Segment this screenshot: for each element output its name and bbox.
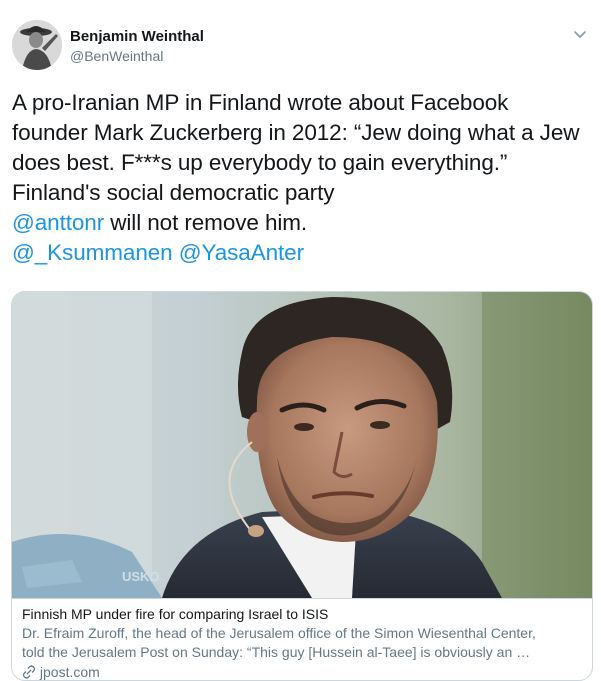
tweet-text: A pro-Iranian MP in Finland wrote about … bbox=[12, 88, 594, 268]
card-description-line: Dr. Efraim Zuroff, the head of the Jerus… bbox=[22, 625, 536, 641]
link-icon bbox=[22, 665, 36, 679]
card-body[interactable]: Finnish MP under fire for comparing Isra… bbox=[12, 598, 592, 680]
avatar[interactable] bbox=[12, 20, 62, 70]
card-description: Dr. Efraim Zuroff, the head of the Jerus… bbox=[22, 624, 582, 662]
chevron-down-icon[interactable] bbox=[572, 26, 588, 42]
photo-of-man-image: USKO bbox=[12, 292, 592, 598]
person-with-hat-avatar-icon bbox=[12, 20, 62, 70]
display-name[interactable]: Benjamin Weinthal bbox=[70, 27, 204, 46]
mention-link-yasaanter[interactable]: @YasaAnter bbox=[179, 240, 304, 265]
card-description-line: told the Jerusalem Post on Sunday: “This… bbox=[22, 644, 531, 660]
mention-link-ksummanen[interactable]: @_Ksummanen bbox=[12, 240, 173, 265]
tweet-text-fragment: will not remove him. bbox=[104, 210, 308, 235]
link-preview-card[interactable]: USKO Finnish MP under fire for comparing… bbox=[11, 291, 593, 681]
tweet-text-line: does best. F***s up everybody to gain ev… bbox=[12, 150, 508, 175]
tweet[interactable]: Benjamin Weinthal @BenWeinthal A pro-Ira… bbox=[0, 0, 601, 681]
tweet-header: Benjamin Weinthal @BenWeinthal bbox=[12, 20, 592, 76]
card-domain: jpost.com bbox=[22, 663, 582, 680]
tweet-text-line: A pro-Iranian MP in Finland wrote about … bbox=[12, 90, 509, 115]
tweet-text-line: @anttonr will not remove him. bbox=[12, 208, 594, 238]
handle[interactable]: @BenWeinthal bbox=[70, 47, 204, 66]
card-title[interactable]: Finnish MP under fire for comparing Isra… bbox=[22, 605, 582, 624]
mention-link-anttonr[interactable]: @anttonr bbox=[12, 210, 104, 235]
card-image[interactable]: USKO bbox=[12, 292, 592, 598]
image-caption-text: USKO bbox=[122, 569, 160, 584]
tweet-text-line: Finland's social democratic party bbox=[12, 180, 335, 205]
author-names[interactable]: Benjamin Weinthal @BenWeinthal bbox=[70, 27, 204, 66]
card-domain-text: jpost.com bbox=[39, 664, 100, 680]
tweet-text-line: @_Ksummanen @YasaAnter bbox=[12, 238, 594, 268]
tweet-text-line: founder Mark Zuckerberg in 2012: “Jew do… bbox=[12, 120, 580, 145]
